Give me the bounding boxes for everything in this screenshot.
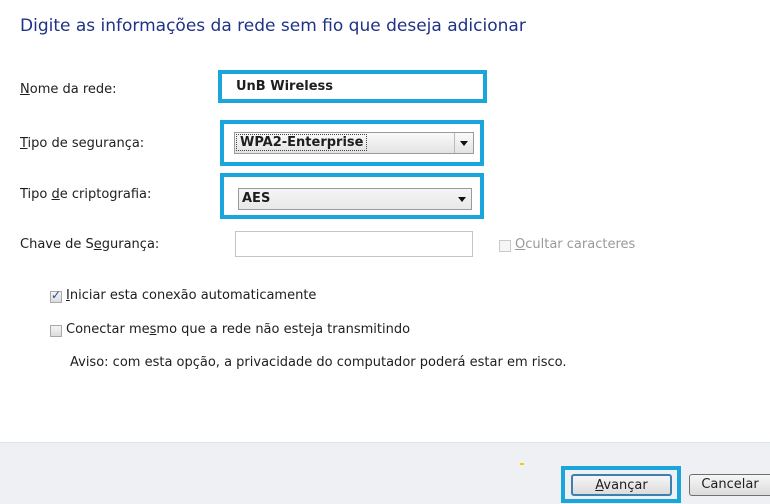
decorative-mark <box>520 463 524 465</box>
hide-chars-checkbox[interactable] <box>499 240 511 252</box>
network-name-value: UnB Wireless <box>236 79 334 94</box>
security-type-label: Tipo de segurança: <box>20 136 145 151</box>
cancel-button[interactable]: Cancelar <box>689 474 770 496</box>
security-type-value: WPA2-Enterprise <box>236 134 368 151</box>
page-heading: Digite as informações da rede sem fio qu… <box>20 16 526 36</box>
privacy-warning: Aviso: com esta opção, a privacidade do … <box>70 355 567 370</box>
security-type-frame: WPA2-Enterprise <box>220 120 484 166</box>
encryption-type-dropdown[interactable]: AES <box>238 188 472 210</box>
hide-chars-label: Ocultar caracteres <box>515 237 636 252</box>
encryption-type-frame: AES <box>220 173 484 219</box>
checkmark-icon: ✓ <box>51 288 62 302</box>
network-name-label: Nome da rede: <box>20 82 117 97</box>
connect-hidden-checkbox[interactable] <box>50 325 62 337</box>
network-name-field[interactable]: UnB Wireless <box>218 70 487 103</box>
chevron-down-icon[interactable] <box>453 189 471 209</box>
security-type-dropdown[interactable]: WPA2-Enterprise <box>234 132 474 154</box>
connect-hidden-label: Conectar mesmo que a rede não esteja tra… <box>66 322 411 337</box>
chevron-down-icon[interactable] <box>454 133 473 153</box>
next-button[interactable]: Avançar <box>571 474 672 496</box>
security-key-input[interactable] <box>235 231 473 257</box>
encryption-type-label: Tipo de criptografia: <box>20 187 152 202</box>
encryption-type-value: AES <box>242 191 271 206</box>
security-key-label: Chave de Segurança: <box>20 237 160 252</box>
auto-start-label: Iniciar esta conexão automaticamente <box>66 288 317 303</box>
auto-start-checkbox[interactable]: ✓ <box>50 288 62 303</box>
